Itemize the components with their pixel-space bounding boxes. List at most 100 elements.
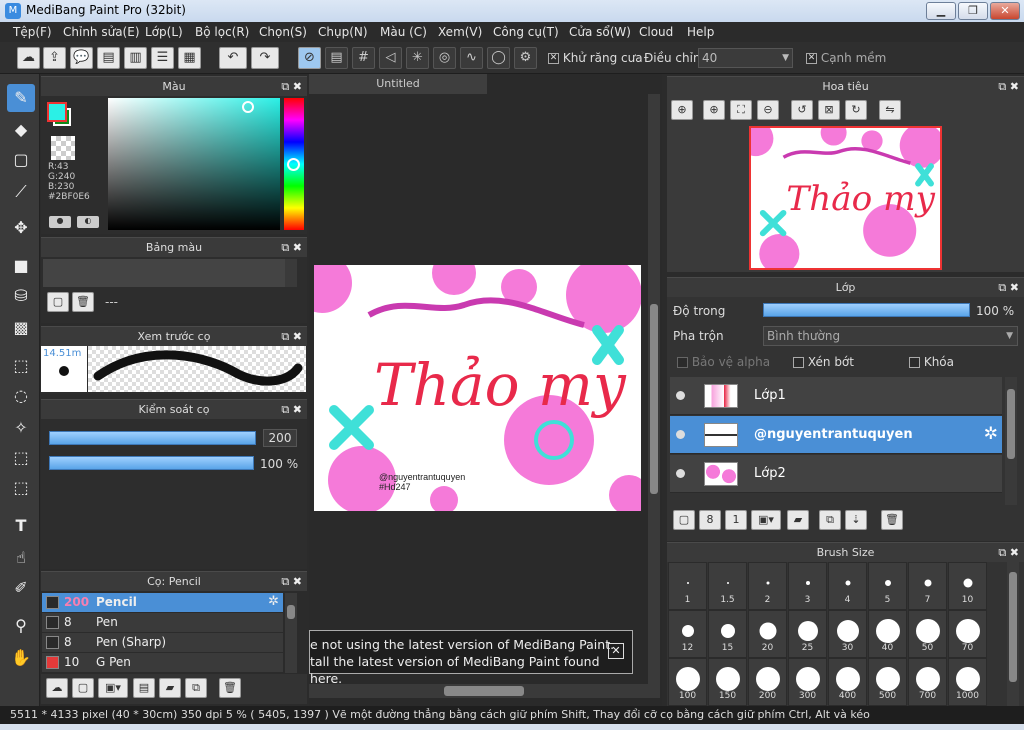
circle-snap-icon[interactable]: ◎: [433, 47, 456, 69]
upload-icon[interactable]: ⇪: [43, 47, 66, 69]
magic-wand-icon[interactable]: ✧: [7, 414, 35, 442]
brush-size-cell[interactable]: 5: [868, 562, 907, 610]
brush-size-cell[interactable]: 1000: [948, 658, 987, 706]
panel-controls[interactable]: ⧉ ✖: [281, 238, 302, 257]
new-brush-icon[interactable]: ▢: [72, 678, 94, 698]
layer-item[interactable]: Lớp1: [670, 377, 1002, 415]
parallel-snap-icon[interactable]: ▤: [325, 47, 348, 69]
panel-controls[interactable]: ⧉ ✖: [281, 400, 302, 419]
select-pen-icon[interactable]: ⬚: [7, 444, 35, 472]
canvas-hscroll[interactable]: [309, 684, 660, 698]
close-notice-icon[interactable]: ✕: [608, 643, 624, 659]
brush-item[interactable]: 10 G Pen: [42, 653, 283, 673]
brush-size-cell[interactable]: 10: [948, 562, 987, 610]
zoom-out-icon[interactable]: ⊖: [757, 100, 779, 120]
menu-window[interactable]: Cửa sổ(W): [569, 25, 631, 39]
brush-size-value[interactable]: 200: [263, 429, 297, 447]
menu-help[interactable]: Help: [687, 25, 714, 39]
eyedropper-tool-icon[interactable]: ⚲: [7, 612, 35, 640]
gradient-tool-icon[interactable]: ▩: [7, 314, 35, 342]
brush-size-cell[interactable]: 20: [748, 610, 787, 658]
menu-layer[interactable]: Lớp(L): [145, 25, 183, 39]
correction-select[interactable]: 40 ▼: [698, 48, 793, 68]
brush-size-cell[interactable]: 500: [868, 658, 907, 706]
folder-icon[interactable]: ▰: [159, 678, 181, 698]
line-tool-icon[interactable]: ⟋: [7, 178, 35, 206]
menu-cloud[interactable]: Cloud: [639, 25, 673, 39]
brush-item[interactable]: 200 Pencil ✲: [42, 593, 283, 613]
brush-size-cell[interactable]: 7: [908, 562, 947, 610]
message-icon[interactable]: ▤: [97, 47, 120, 69]
canvas-vscroll[interactable]: [648, 94, 660, 684]
add-brush-icon[interactable]: ▣▾: [98, 678, 128, 698]
lock-checkbox[interactable]: [909, 357, 920, 368]
brush-opacity-slider[interactable]: [49, 456, 254, 470]
menu-filter[interactable]: Bộ lọc(R): [195, 25, 249, 39]
bucket-tool-icon[interactable]: ⛁: [7, 282, 35, 310]
scroll-thumb[interactable]: [1009, 572, 1017, 682]
delete-layer-icon[interactable]: 🗑: [881, 510, 903, 530]
grid-layout-icon[interactable]: ▦: [178, 47, 201, 69]
saturation-value-picker[interactable]: [108, 98, 280, 230]
menu-tools[interactable]: Công cụ(T): [493, 25, 559, 39]
navigator-preview[interactable]: Thảo my: [749, 126, 942, 270]
panel-controls[interactable]: ⧉ ✖: [281, 77, 302, 96]
grid-snap-icon[interactable]: #: [352, 47, 375, 69]
select-rect-icon[interactable]: ⬚: [7, 352, 35, 380]
artwork-canvas[interactable]: Thảo my @nguyentrantuquyen #Hd247: [314, 265, 641, 511]
delete-palette-icon[interactable]: 🗑: [72, 292, 94, 312]
brush-size-cell[interactable]: 40: [868, 610, 907, 658]
flip-horizontal-icon[interactable]: ⇋: [879, 100, 901, 120]
rotate-right-icon[interactable]: ↻: [845, 100, 867, 120]
palette-swatch-area[interactable]: [43, 259, 285, 287]
list-icon[interactable]: ☰: [151, 47, 174, 69]
redo-icon[interactable]: ↷: [251, 47, 279, 69]
sv-cursor[interactable]: [242, 101, 254, 113]
radial-snap-icon[interactable]: ✳: [406, 47, 429, 69]
hue-cursor[interactable]: [287, 158, 300, 171]
scroll-thumb[interactable]: [287, 605, 295, 619]
brush-item[interactable]: 8 Pen (Sharp): [42, 633, 283, 653]
protect-alpha-checkbox[interactable]: [677, 357, 688, 368]
hand-tool-icon[interactable]: ✋: [7, 644, 35, 672]
panel-controls[interactable]: ⧉ ✖: [998, 543, 1019, 562]
reset-rotation-icon[interactable]: ⊠: [818, 100, 840, 120]
eraser-tool-icon[interactable]: ◆: [7, 116, 35, 144]
brush-size-cell[interactable]: 200: [748, 658, 787, 706]
clipping-checkbox[interactable]: [793, 357, 804, 368]
brush-size-cell[interactable]: 150: [708, 658, 747, 706]
new-palette-icon[interactable]: ▢: [47, 292, 69, 312]
menu-edit[interactable]: Chỉnh sửa(E): [63, 25, 140, 39]
brush-size-cell[interactable]: 100: [668, 658, 707, 706]
brush-size-cell[interactable]: 700: [908, 658, 947, 706]
perspective-snap-icon[interactable]: ◁: [379, 47, 402, 69]
brush-size-cell[interactable]: 1: [668, 562, 707, 610]
brush-size-cell[interactable]: 400: [828, 658, 867, 706]
panel-controls[interactable]: ⧉ ✖: [998, 278, 1019, 297]
scroll-thumb[interactable]: [650, 304, 658, 494]
rectangle-tool-icon[interactable]: ▢: [7, 146, 35, 174]
divide-tool-icon[interactable]: ✐: [7, 574, 35, 602]
maximize-button[interactable]: ❐: [958, 2, 988, 20]
visibility-icon[interactable]: [676, 469, 685, 478]
palette-scrollbar[interactable]: [285, 259, 297, 287]
layer-opacity-slider[interactable]: [763, 303, 970, 317]
layer-folder-icon[interactable]: ▰: [787, 510, 809, 530]
color-picker-icon[interactable]: ◐: [77, 216, 99, 228]
cloud-brush-icon[interactable]: ☁: [46, 678, 68, 698]
menu-file[interactable]: Tệp(F): [13, 25, 52, 39]
new-1bit-layer-icon[interactable]: 1: [725, 510, 747, 530]
panel-controls[interactable]: ⧉ ✖: [281, 327, 302, 346]
brush-size-cell[interactable]: 300: [788, 658, 827, 706]
brush-size-scrollbar[interactable]: [1007, 562, 1019, 706]
layer-item[interactable]: Lớp2: [670, 455, 1002, 493]
hue-slider[interactable]: [284, 98, 304, 230]
brush-size-cell[interactable]: 50: [908, 610, 947, 658]
text-tool-icon[interactable]: T: [7, 512, 35, 540]
visibility-icon[interactable]: [676, 430, 685, 439]
no-snap-icon[interactable]: ⊘: [298, 47, 321, 69]
transparent-color-swatch[interactable]: [51, 136, 75, 160]
brush-size-cell[interactable]: 1.5: [708, 562, 747, 610]
brush-size-cell[interactable]: 70: [948, 610, 987, 658]
brush-list-scrollbar[interactable]: [285, 593, 297, 673]
